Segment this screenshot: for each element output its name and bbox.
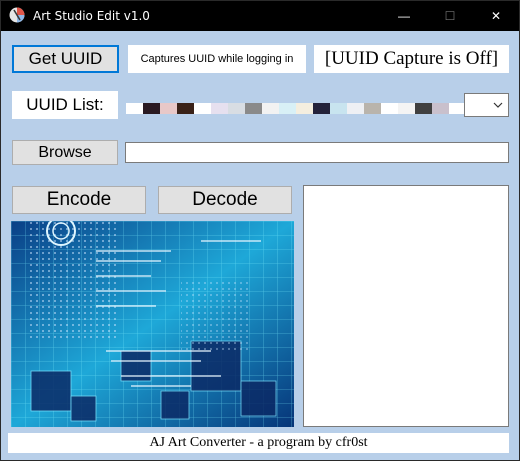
uuid-swatch-strip (126, 93, 466, 123)
maximize-button[interactable]: ☐ (427, 1, 473, 31)
encode-button[interactable]: Encode (12, 186, 146, 214)
minimize-button[interactable]: — (381, 1, 427, 31)
uuid-color-swatch (296, 102, 313, 114)
output-textbox[interactable] (303, 185, 509, 427)
uuid-color-swatch (211, 102, 228, 114)
chevron-down-icon (493, 102, 503, 108)
uuid-color-swatch (313, 102, 330, 114)
uuid-color-swatch (279, 102, 296, 114)
uuid-color-swatch (415, 102, 432, 114)
file-path-input[interactable] (125, 142, 509, 163)
main-window: Art Studio Edit v1.0 — ☐ ✕ Get UUID Capt… (0, 0, 520, 461)
footer-caption: AJ Art Converter - a program by cfr0st (8, 433, 509, 453)
uuid-color-swatch (347, 102, 364, 114)
uuid-color-swatch (160, 102, 177, 114)
uuid-list-dropdown[interactable] (464, 93, 509, 117)
uuid-color-swatch (398, 102, 415, 114)
uuid-color-swatch (194, 102, 211, 114)
capture-hint-label: Captures UUID while logging in (128, 45, 306, 73)
uuid-color-swatch (177, 102, 194, 114)
browse-button[interactable]: Browse (12, 140, 118, 165)
window-title: Art Studio Edit v1.0 (33, 9, 150, 23)
uuid-color-swatch (126, 102, 143, 114)
capture-status-label: [UUID Capture is Off] (314, 45, 509, 73)
uuid-color-swatch (245, 102, 262, 114)
uuid-color-swatch (143, 102, 160, 114)
uuid-color-swatch (381, 102, 398, 114)
get-uuid-button[interactable]: Get UUID (12, 45, 119, 73)
uuid-list-label: UUID List: (12, 91, 118, 119)
decode-button[interactable]: Decode (158, 186, 292, 214)
uuid-color-swatch (364, 102, 381, 114)
uuid-color-swatch (330, 102, 347, 114)
app-icon (9, 7, 25, 23)
uuid-color-swatch (432, 102, 449, 114)
title-bar[interactable]: Art Studio Edit v1.0 — ☐ ✕ (1, 1, 519, 31)
close-button[interactable]: ✕ (473, 1, 519, 31)
uuid-color-swatch (228, 102, 245, 114)
uuid-color-swatch (262, 102, 279, 114)
art-preview-image (11, 221, 294, 427)
